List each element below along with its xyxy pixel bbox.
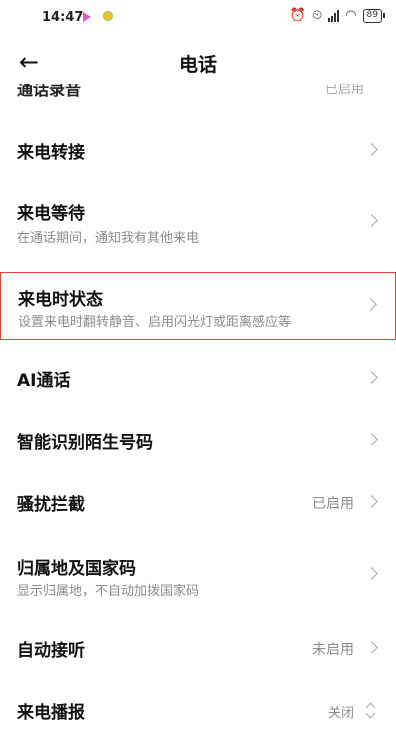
setting-auto-answer[interactable]: 自动接听 未启用 xyxy=(0,622,396,674)
alarm-icon: ⏲ xyxy=(312,8,323,23)
setting-call-forwarding[interactable]: 来电转接 xyxy=(0,122,396,178)
setting-subtitle: 显示归属地，不自动加拨国家码 xyxy=(17,584,200,599)
setting-label: AI通话 xyxy=(17,371,71,391)
chevron-right-icon xyxy=(365,567,378,580)
setting-ai-call[interactable]: AI通话 xyxy=(0,352,396,404)
setting-value: 已启用 xyxy=(312,496,354,512)
battery-icon: 89 xyxy=(362,8,386,23)
setting-label: 来电转接 xyxy=(17,143,85,163)
setting-call-waiting[interactable]: 来电等待 在通话期间，通知我有其他来电 xyxy=(0,188,396,256)
status-icons: ⏰ ⏲ ◠ 89 xyxy=(289,8,386,23)
chevron-right-icon xyxy=(365,143,378,156)
status-bar: 14:47 ⏰ ⏲ ◠ 89 xyxy=(0,0,396,40)
app-notification-icon xyxy=(103,11,113,21)
setting-subtitle: 在通话期间，通知我有其他来电 xyxy=(17,231,200,246)
chevron-right-icon xyxy=(364,298,377,311)
setting-call-recording[interactable]: 通话录音 已启用 xyxy=(0,84,396,100)
setting-identify-unknown-numbers[interactable]: 智能识别陌生号码 xyxy=(0,414,396,466)
updown-selector-icon[interactable] xyxy=(365,702,376,719)
alarm-off-icon: ⏰ xyxy=(289,8,307,23)
setting-label: 归属地及国家码 xyxy=(17,559,136,579)
setting-label: 来电播报 xyxy=(17,703,85,723)
chevron-right-icon xyxy=(365,495,378,508)
setting-location-country-code[interactable]: 归属地及国家码 显示归属地，不自动加拨国家码 xyxy=(0,542,396,610)
wifi-icon: ◠ xyxy=(345,8,357,23)
setting-value: 未启用 xyxy=(312,642,354,658)
page-title: 电话 xyxy=(178,54,217,76)
setting-value: 关闭 xyxy=(327,706,354,721)
chevron-right-icon xyxy=(365,371,378,384)
play-icon xyxy=(83,12,91,22)
chevron-right-icon xyxy=(365,433,378,446)
chevron-right-icon xyxy=(365,641,378,654)
setting-subtitle: 设置来电时翻转静音、启用闪光灯或距离感应等 xyxy=(18,315,292,330)
setting-spam-blocking[interactable]: 骚扰拦截 已启用 xyxy=(0,476,396,528)
app-header: ← 电话 xyxy=(0,40,396,84)
setting-label: 自动接听 xyxy=(17,641,85,661)
setting-label: 来电等待 xyxy=(17,204,85,224)
setting-incoming-call-status[interactable]: 来电时状态 设置来电时翻转静音、启用闪光灯或距离感应等 xyxy=(0,272,396,340)
chevron-right-icon xyxy=(365,214,378,227)
setting-label: 来电时状态 xyxy=(18,290,103,310)
status-time: 14:47 xyxy=(42,10,84,25)
setting-label: 骚扰拦截 xyxy=(17,495,85,515)
setting-caller-announcement[interactable]: 来电播报 关闭 xyxy=(0,684,396,736)
setting-value: 已启用 xyxy=(324,84,364,97)
signal-icon xyxy=(328,9,340,22)
setting-label: 通话录音 xyxy=(17,84,82,99)
setting-label: 智能识别陌生号码 xyxy=(17,433,153,453)
